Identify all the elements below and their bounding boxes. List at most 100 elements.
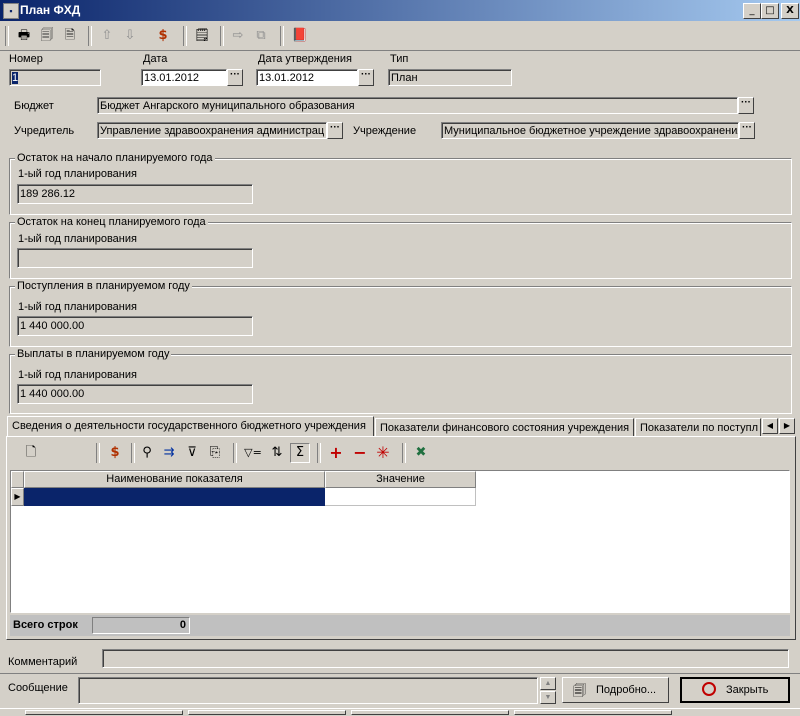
approval-date-field[interactable]: 13.01.2012 (256, 69, 358, 86)
taskbar-item[interactable] (351, 710, 509, 715)
row-indicator-icon[interactable]: ▶ (11, 488, 24, 506)
divider (0, 673, 800, 674)
toolbar-separator (88, 26, 92, 46)
institution-select-button[interactable]: ··· (739, 122, 755, 139)
dollar-icon[interactable]: $ (153, 26, 173, 46)
comment-label: Комментарий (8, 656, 78, 668)
tab-activity-info[interactable]: Сведения о деятельности государственного… (7, 416, 374, 437)
budget-field[interactable]: Бюджет Ангарского муниципального образов… (97, 97, 738, 114)
comment-field[interactable] (102, 649, 789, 668)
grid-toolbar (10, 440, 790, 466)
toolbar-separator (402, 443, 406, 463)
message-field[interactable] (78, 677, 538, 704)
tab-scroll-right-icon[interactable]: ▶ (779, 418, 795, 434)
taskbar-item[interactable] (25, 710, 183, 715)
book-icon[interactable]: 📕 (290, 26, 310, 46)
group-payments-title: Выплаты в планируемом году (15, 348, 172, 360)
down-icon[interactable]: ⇩ (120, 26, 140, 46)
copy-icon[interactable]: ⧉ (251, 26, 271, 46)
budget-select-button[interactable]: ··· (738, 97, 754, 114)
grid-corner (11, 471, 24, 488)
excel-icon[interactable]: ✖ (411, 443, 431, 463)
group-receipts-label: 1-ый год планирования (18, 301, 137, 313)
minimize-icon[interactable]: _ (743, 3, 761, 19)
date-picker-button[interactable]: ··· (227, 69, 243, 86)
taskbar-item[interactable] (514, 710, 672, 715)
message-scroll-down-icon[interactable]: ▼ (540, 691, 556, 704)
preview-icon[interactable]: 🗐 (37, 26, 57, 46)
dollar-icon[interactable]: $ (105, 443, 125, 463)
total-rows-label: Всего строк (13, 619, 78, 631)
sort-icon[interactable]: ⇅ (267, 443, 287, 463)
group-end-balance-field[interactable] (17, 248, 253, 268)
founder-label: Учредитель (14, 125, 75, 137)
toolbar-separator (183, 26, 187, 46)
title-bar (0, 0, 800, 21)
sum-icon[interactable]: Σ (290, 443, 310, 463)
close-icon[interactable]: X (781, 3, 799, 19)
tab-financial-state[interactable]: Показатели финансового состояния учрежде… (375, 418, 634, 437)
taskbar-item[interactable] (188, 710, 346, 715)
grid-cell-value[interactable] (325, 488, 476, 506)
export-icon[interactable]: ⎘ (205, 443, 225, 463)
institution-field[interactable]: Муниципальное бюджетное учреждение здрав… (441, 122, 739, 139)
total-rows-value: 0 (92, 617, 190, 634)
add-icon[interactable]: + (326, 443, 346, 463)
type-label: Тип (390, 53, 409, 65)
details-button[interactable]: 🗐 Подробно... (562, 677, 669, 703)
tab-scroll-left-icon[interactable]: ◀ (762, 418, 778, 434)
details-icon: 🗐 (573, 684, 586, 699)
save-icon[interactable]: 🗎 (60, 26, 80, 46)
toolbar-separator (96, 443, 100, 463)
founder-field[interactable]: Управление здравоохранения администрац (97, 122, 327, 139)
toolbar-separator (317, 443, 321, 463)
group-start-balance-field[interactable]: 189 286.12 (17, 184, 253, 204)
column-header-name[interactable]: Наименование показателя (24, 471, 325, 488)
filter-clear-icon[interactable]: ▽= (243, 443, 263, 463)
group-end-balance-label: 1-ый год планирования (18, 233, 137, 245)
approval-date-picker-button[interactable]: ··· (358, 69, 374, 86)
group-receipts-field[interactable]: 1 440 000.00 (17, 316, 253, 336)
toolbar-separator (220, 26, 224, 46)
group-payments-label: 1-ый год планирования (18, 369, 137, 381)
window-title: План ФХД (20, 3, 81, 17)
budget-label: Бюджет (14, 100, 54, 112)
group-payments-field[interactable]: 1 440 000.00 (17, 384, 253, 404)
message-label: Сообщение (8, 682, 68, 694)
group-start-balance-label: 1-ый год планирования (18, 168, 137, 180)
toolbar-separator (233, 443, 237, 463)
find-next-icon[interactable]: ⇉ (159, 443, 179, 463)
group-receipts-title: Поступления в планируемом году (15, 280, 192, 292)
filter-icon[interactable]: ⊽ (182, 443, 202, 463)
document-icon[interactable]: 🗒 (192, 26, 212, 46)
column-header-value[interactable]: Значение (325, 471, 476, 488)
binoculars-icon[interactable]: ⚲ (137, 443, 157, 463)
group-end-balance-title: Остаток на конец планируемого года (15, 216, 208, 228)
toolbar-separator (280, 26, 284, 46)
number-label: Номер (9, 53, 43, 65)
up-icon[interactable]: ⇧ (97, 26, 117, 46)
institution-label: Учреждение (353, 125, 417, 137)
number-value: 1 (12, 72, 19, 84)
type-field[interactable]: План (388, 69, 512, 86)
number-field[interactable]: 1 (9, 69, 101, 86)
new-doc-icon[interactable]: 🗋 (21, 443, 41, 463)
date-label: Дата (143, 53, 168, 65)
founder-select-button[interactable]: ··· (327, 122, 343, 139)
forward-icon[interactable]: ⇨ (228, 26, 248, 46)
approval-date-label: Дата утверждения (258, 53, 352, 65)
print-icon[interactable]: 🖶 (14, 26, 34, 46)
remove-icon[interactable]: − (350, 443, 370, 463)
close-button[interactable]: Закрыть (680, 677, 790, 703)
grid-cell-name[interactable] (24, 488, 325, 506)
toolbar-separator (5, 26, 9, 46)
maximize-icon[interactable]: □ (761, 3, 779, 19)
close-button-label: Закрыть (726, 684, 769, 696)
asterisk-icon[interactable]: ✳ (373, 443, 393, 463)
toolbar-separator (131, 443, 135, 463)
message-scroll-up-icon[interactable]: ▲ (540, 677, 556, 690)
window-icon[interactable]: ▪ (3, 3, 19, 19)
tab-receipts-indicators[interactable]: Показатели по поступл (635, 418, 761, 437)
date-field[interactable]: 13.01.2012 (141, 69, 227, 86)
group-start-balance-title: Остаток на начало планируемого года (15, 152, 215, 164)
